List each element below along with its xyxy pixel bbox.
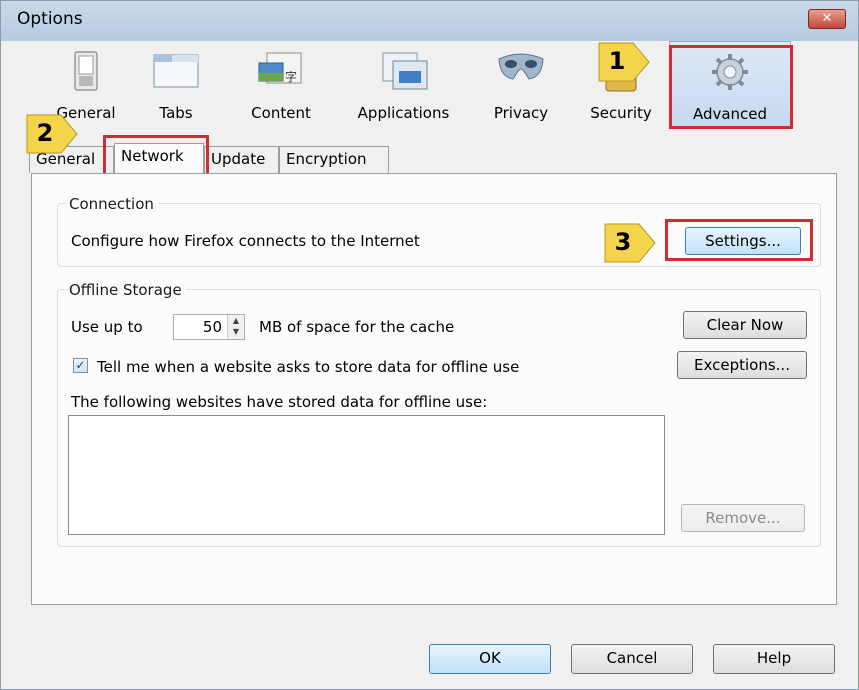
remove-button[interactable]: Remove... <box>681 504 805 532</box>
tell-me-label[interactable]: Tell me when a website asks to store dat… <box>97 358 519 376</box>
connection-description: Configure how Firefox connects to the In… <box>71 232 420 250</box>
offline-storage-legend: Offline Storage <box>65 281 186 299</box>
annotation-badge-2: 2 <box>23 111 78 155</box>
highlight-settings <box>665 219 813 261</box>
help-button[interactable]: Help <box>713 644 835 674</box>
highlight-advanced <box>669 45 793 129</box>
content-picture-icon: 字 <box>258 52 302 84</box>
cache-size-value: 50 <box>202 318 222 336</box>
exceptions-button[interactable]: Exceptions... <box>677 351 807 379</box>
title-bar: Options ✕ <box>1 1 858 41</box>
applications-window-icon <box>382 52 427 90</box>
toolbar-applications[interactable]: Applications <box>341 41 466 129</box>
tabs-window-icon <box>153 54 199 88</box>
cache-size-spinner[interactable]: 50 ▲ ▼ <box>173 314 245 340</box>
offline-websites-list[interactable] <box>68 415 665 535</box>
toolbar-label: Security <box>590 104 652 122</box>
toolbar-label: Applications <box>357 104 450 122</box>
use-up-to-label: Use up to <box>71 318 143 336</box>
spinner-arrows[interactable]: ▲ ▼ <box>227 315 244 339</box>
toolbar-label: Content <box>251 104 311 122</box>
connection-legend: Connection <box>65 195 158 213</box>
badge-2-number: 2 <box>36 119 54 147</box>
ok-button[interactable]: OK <box>429 644 551 674</box>
annotation-badge-1: 1 <box>595 39 650 83</box>
toolbar-privacy[interactable]: Privacy <box>481 41 561 129</box>
spin-up-icon[interactable]: ▲ <box>228 315 244 326</box>
toolbar-tabs[interactable]: Tabs <box>136 41 216 129</box>
options-dialog: Options ✕ General Tabs 字 Content Applica… <box>0 0 859 690</box>
toolbar-label: Tabs <box>159 104 193 122</box>
tab-network[interactable]: Network <box>114 143 204 173</box>
spin-down-icon[interactable]: ▼ <box>228 326 244 337</box>
clear-now-button[interactable]: Clear Now <box>683 311 807 339</box>
cancel-button[interactable]: Cancel <box>571 644 693 674</box>
cache-suffix-label: MB of space for the cache <box>259 318 455 336</box>
privacy-mask-icon <box>498 53 544 80</box>
badge-3-number: 3 <box>614 228 632 256</box>
close-button[interactable]: ✕ <box>808 9 846 29</box>
tab-encryption[interactable]: Encryption <box>279 146 389 173</box>
svg-text:字: 字 <box>285 69 297 84</box>
annotation-badge-3: 3 <box>601 220 656 264</box>
check-mark-icon: ✓ <box>75 358 86 372</box>
toolbar-content[interactable]: 字 Content <box>236 41 326 129</box>
general-switch-icon <box>74 51 98 91</box>
badge-1-number: 1 <box>608 47 626 75</box>
websites-label: The following websites have stored data … <box>71 393 488 411</box>
window-title: Options <box>17 9 83 29</box>
tell-me-checkbox[interactable]: ✓ <box>73 358 88 373</box>
toolbar-label: Privacy <box>493 104 549 122</box>
tab-update[interactable]: Update <box>204 146 279 173</box>
